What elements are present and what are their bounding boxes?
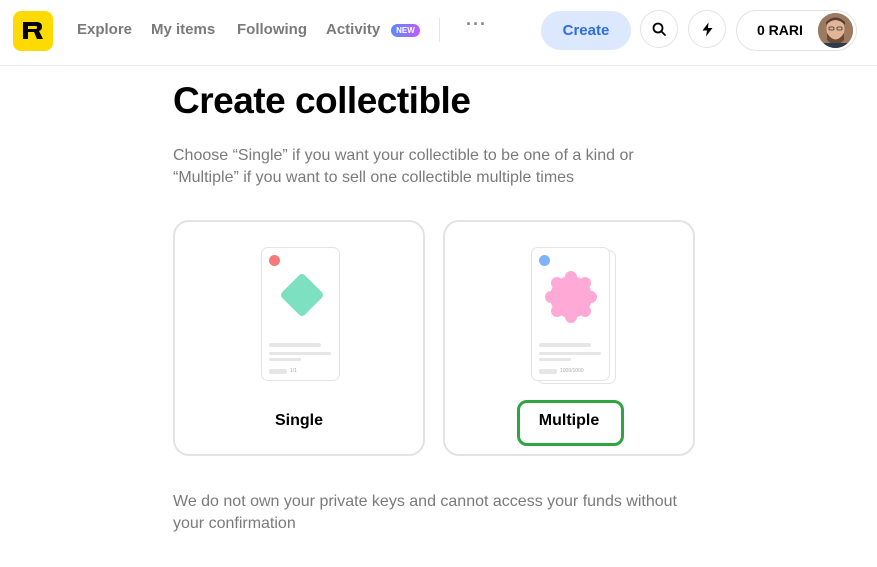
multiple-highlight-outline [517,400,624,446]
private-keys-notice: We do not own your private keys and cann… [173,493,677,532]
new-badge: NEW [391,24,420,37]
diamond-shape-icon [281,274,323,316]
blue-dot-icon [539,255,550,266]
flower-shape-icon [545,271,597,323]
nav-my-items[interactable]: My items [151,21,215,38]
multiple-preview-illustration: 1000/1000 [531,247,610,381]
lightning-icon [702,22,713,37]
nav-explore[interactable]: Explore [77,21,132,38]
more-menu-icon[interactable]: ··· [466,14,487,35]
wallet-balance: 0 RARI [757,22,803,38]
edition-count: 1000/1000 [560,368,584,374]
search-button[interactable] [640,10,678,48]
red-dot-icon [269,255,280,266]
avatar[interactable] [818,13,853,48]
top-navigation-bar: Explore My items Following Activity NEW … [0,0,877,66]
nav-divider [439,18,440,42]
activity-lightning-button[interactable] [688,10,726,48]
multiple-option-card[interactable]: 1000/1000 Multiple [443,220,695,456]
single-option-card[interactable]: 1/1 Single [173,220,425,456]
wallet-button[interactable]: 0 RARI [736,10,857,51]
single-label: Single [274,412,323,429]
nav-following[interactable]: Following [237,21,307,38]
rarible-logo-icon[interactable] [13,11,53,51]
edition-count: 1/1 [290,368,297,374]
single-preview-illustration: 1/1 [261,247,340,381]
search-icon [652,22,666,36]
page-title: Create collectible [173,80,471,121]
create-button[interactable]: Create [541,11,631,50]
nav-activity[interactable]: Activity [326,21,380,38]
page-subtitle: Choose “Single” if you want your collect… [173,147,634,186]
